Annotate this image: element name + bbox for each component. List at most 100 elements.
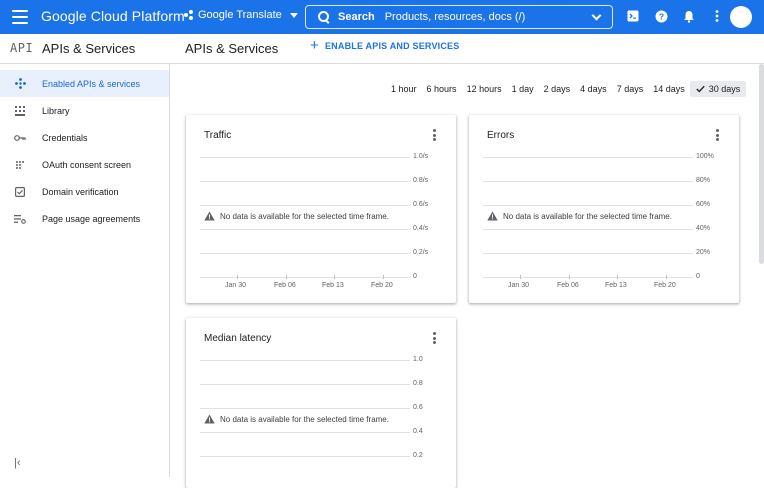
- y-tick-label: 40%: [696, 225, 711, 232]
- y-tick-label: 0.4/s: [413, 225, 429, 232]
- sidebar-item-label: Credentials: [42, 132, 88, 143]
- grid-line: [200, 384, 410, 385]
- sidebar-divider: [169, 64, 170, 477]
- x-tick-mark: [666, 275, 667, 279]
- y-tick-label: 0: [696, 273, 700, 280]
- grid-line: [200, 408, 410, 409]
- grid-line: [200, 157, 410, 158]
- y-tick-label: 100%: [696, 153, 714, 160]
- warning-icon: [204, 414, 215, 424]
- grid-line: [200, 205, 410, 206]
- time-range-button[interactable]: 7 days: [612, 81, 649, 97]
- dropdown-caret-icon: [289, 12, 298, 18]
- card-title: Median latency: [204, 333, 272, 344]
- time-range-button[interactable]: 30 days: [689, 81, 747, 97]
- page-title: APIs & Services: [185, 41, 279, 56]
- time-range-button[interactable]: 14 days: [648, 81, 690, 97]
- api-logo-icon: API: [10, 41, 34, 55]
- y-tick-label: 0.6: [413, 404, 423, 411]
- x-tick-label: Feb 06: [274, 282, 296, 289]
- x-tick-label: Jan 30: [508, 282, 530, 289]
- time-range-button[interactable]: 6 hours: [422, 81, 462, 97]
- grid-line: [200, 277, 410, 278]
- checkbox-icon: [14, 186, 26, 198]
- time-range-selector: 1 hour 6 hours 12 hours 1 day 2 days 4 days 7 …: [386, 81, 747, 97]
- more-vert-icon[interactable]: [433, 129, 437, 141]
- time-range-label: 12 hours: [466, 84, 502, 94]
- grid-line: [483, 157, 693, 158]
- x-tick-label: Feb 13: [605, 282, 627, 289]
- x-tick-mark: [569, 275, 570, 279]
- y-tick-label: 60%: [696, 201, 711, 208]
- menu-icon[interactable]: [12, 10, 28, 24]
- cloud-shell-icon[interactable]: [626, 9, 640, 23]
- time-range-label: 14 days: [653, 84, 685, 94]
- no-data-text: No data is available for the selected ti…: [503, 211, 672, 221]
- oauth-dots-icon: [14, 159, 26, 171]
- time-range-label: 4 days: [580, 84, 607, 94]
- top-bar: Google Cloud Platform Google Translate S…: [0, 0, 764, 34]
- no-data-message: No data is available for the selected ti…: [204, 414, 389, 424]
- sidebar-item-library[interactable]: Library: [0, 97, 169, 124]
- notifications-bell-icon[interactable]: [682, 9, 696, 23]
- time-range-label: 2 days: [543, 84, 571, 94]
- grid-line: [200, 360, 410, 361]
- time-range-label: 7 days: [616, 84, 644, 94]
- y-tick-label: 0.6/s: [413, 201, 429, 208]
- project-selector[interactable]: Google Translate: [184, 9, 298, 21]
- sidebar-item-label: Enabled APIs & services: [42, 78, 141, 89]
- time-range-label: 1 hour: [391, 84, 417, 94]
- sidebar-item-enabled-apis[interactable]: Enabled APIs & services: [0, 70, 169, 97]
- y-tick-label: 1.0/s: [413, 153, 429, 160]
- warning-icon: [204, 211, 215, 221]
- chevron-down-icon[interactable]: [591, 10, 602, 21]
- y-tick-label: 0.8: [413, 380, 423, 387]
- search-input[interactable]: Search Products, resources, docs (/): [305, 5, 613, 29]
- no-data-text: No data is available for the selected ti…: [220, 414, 389, 424]
- time-range-label: 30 days: [708, 84, 741, 94]
- sidebar-item-oauth[interactable]: OAuth consent screen: [0, 151, 169, 178]
- grid-line: [483, 181, 693, 182]
- project-name: Google Translate: [198, 9, 282, 21]
- sub-header: API APIs & Services APIs & Services + EN…: [0, 34, 764, 64]
- sidebar-item-domain-verification[interactable]: Domain verification: [0, 178, 169, 205]
- avatar[interactable]: [730, 6, 752, 28]
- grid-line: [200, 432, 410, 433]
- grid-line: [483, 229, 693, 230]
- sidebar-item-label: Page usage agreements: [42, 213, 141, 224]
- sidebar-item-credentials[interactable]: Credentials: [0, 124, 169, 151]
- y-tick-label: 0.2: [413, 452, 423, 459]
- enable-apis-label: ENABLE APIS AND SERVICES: [324, 41, 460, 51]
- sidebar-item-page-usage[interactable]: Page usage agreements: [0, 205, 169, 232]
- search-label: Search: [338, 11, 375, 23]
- grid-line: [483, 277, 693, 278]
- time-range-button[interactable]: 12 hours: [462, 81, 507, 97]
- y-tick-label: 0.2/s: [413, 249, 429, 256]
- x-tick-mark: [237, 275, 238, 279]
- more-options-icon[interactable]: [710, 9, 724, 23]
- more-vert-icon[interactable]: [433, 332, 437, 344]
- x-tick-label: Feb 20: [654, 282, 676, 289]
- x-tick-label: Feb 20: [371, 282, 393, 289]
- library-grid-icon: [14, 105, 26, 117]
- scrollbar[interactable]: [759, 64, 764, 264]
- time-range-button[interactable]: 1 hour: [386, 81, 422, 97]
- more-vert-icon[interactable]: [716, 129, 720, 141]
- section-title: APIs & Services: [42, 41, 136, 56]
- brand-title[interactable]: Google Cloud Platform: [41, 8, 185, 24]
- time-range-button[interactable]: 2 days: [539, 81, 576, 97]
- errors-card: Errors No data is available for the sele…: [469, 115, 739, 303]
- enable-apis-button[interactable]: + ENABLE APIS AND SERVICES: [310, 38, 460, 53]
- settings-list-icon: [14, 213, 26, 225]
- time-range-label: 6 hours: [426, 84, 457, 94]
- x-tick-label: Feb 13: [322, 282, 344, 289]
- help-icon[interactable]: ?: [654, 9, 668, 23]
- collapse-left-icon[interactable]: |‹: [14, 457, 21, 469]
- key-icon: [14, 132, 26, 144]
- time-range-button[interactable]: 4 days: [575, 81, 612, 97]
- grid-line: [483, 205, 693, 206]
- time-range-button[interactable]: 1 day: [507, 81, 539, 97]
- y-tick-label: 20%: [696, 249, 711, 256]
- grid-line: [200, 181, 410, 182]
- sidebar-item-label: Domain verification: [42, 186, 119, 197]
